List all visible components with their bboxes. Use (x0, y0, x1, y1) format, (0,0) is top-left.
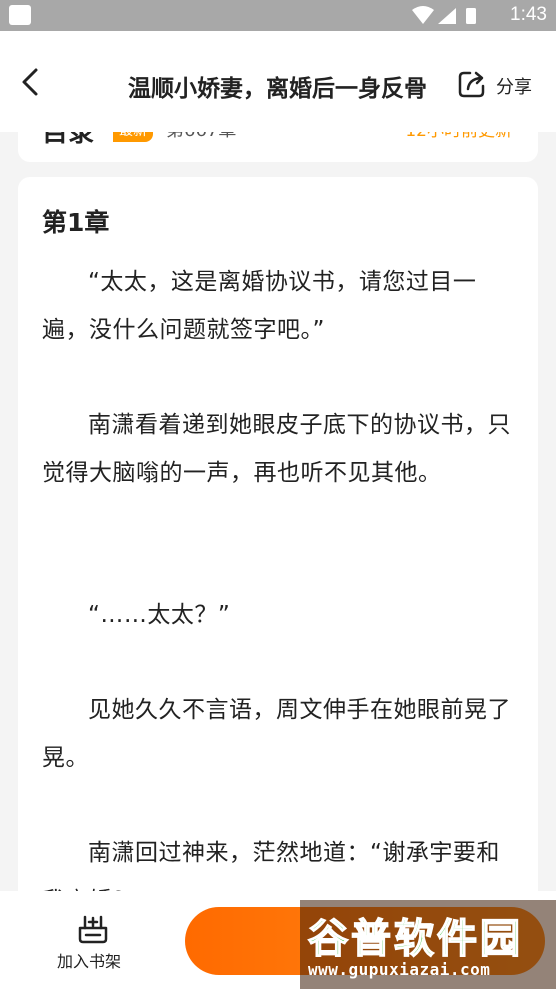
status-bar: 1:43 (0, 0, 556, 31)
add-to-shelf-button[interactable]: 加入书架 (57, 948, 121, 972)
paragraph: 南潇看着递到她眼皮子底下的协议书，只觉得大脑嗡的一声，再也听不见其他。 (42, 412, 511, 486)
bookshelf-add-icon[interactable] (76, 911, 110, 945)
share-icon[interactable] (456, 68, 488, 100)
back-arrow-icon[interactable] (18, 67, 46, 97)
watermark: 谷普软件园 www.gupuxiazai.com (300, 900, 556, 989)
watermark-title: 谷普软件园 (307, 915, 523, 963)
paragraph: 见她久久不言语，周文伸手在她眼前晃了晃。 (42, 697, 511, 771)
battery-icon (466, 8, 476, 24)
wifi-icon (412, 6, 434, 24)
signal-icon (438, 8, 456, 24)
watermark-url: www.gupuxiazai.com (308, 960, 491, 979)
top-header: 温顺小娇妻，离婚后一身反骨 分享 (0, 31, 556, 132)
status-icons (412, 6, 476, 24)
chapter-content: 第1章 “太太，这是离婚协议书，请您过目一遍，没什么问题就签字吧。” 南潇看着递… (18, 177, 538, 937)
paragraph: “太太，这是离婚协议书，请您过目一遍，没什么问题就签字吧。” (42, 269, 477, 343)
book-title: 温顺小娇妻，离婚后一身反骨 (128, 76, 427, 102)
paragraph: “……太太？” (88, 602, 231, 628)
chapter-title: 第1章 (42, 208, 110, 237)
status-time: 1:43 (510, 4, 547, 25)
notification-icon (9, 5, 31, 25)
share-button[interactable]: 分享 (496, 73, 532, 99)
